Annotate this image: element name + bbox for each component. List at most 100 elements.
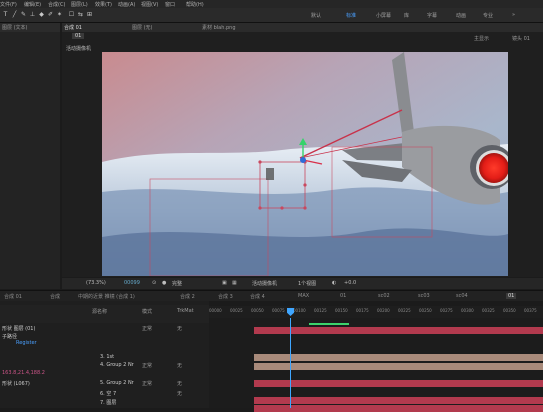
comp-breadcrumb[interactable]: 01 xyxy=(72,33,85,39)
layer-mode[interactable]: 正常 xyxy=(142,380,152,387)
menu-animation[interactable]: 动画(A) xyxy=(118,1,135,8)
layer-value[interactable]: 163.8,21.4,188.2 xyxy=(2,370,45,376)
workspace-pro[interactable]: 专业 xyxy=(483,12,493,19)
exposure-value[interactable]: +0.0 xyxy=(344,280,356,286)
brush-tool-icon[interactable]: ✎ xyxy=(20,11,27,18)
tl-tab-6[interactable]: 合成 4 xyxy=(250,293,265,300)
exposure-icon[interactable]: ◐ xyxy=(332,280,336,286)
layer-bar[interactable] xyxy=(254,354,543,361)
workspace-animation[interactable]: 动画 xyxy=(456,12,466,19)
layer-row[interactable]: 7. 图层 xyxy=(0,398,209,406)
playhead-line[interactable] xyxy=(290,318,291,408)
toolbar: T ╱ ✎ ⊥ ◆ ✐ ✶ ☐ ⇆ ⊞ 默认 标准 小屏幕 库 字幕 动画 专业… xyxy=(0,8,543,23)
menu-view[interactable]: 视图(V) xyxy=(141,1,158,8)
clone-tool-icon[interactable]: ⊥ xyxy=(29,11,36,18)
layer-bar[interactable] xyxy=(254,327,543,334)
layer-row[interactable]: 形状 图层 (01) 正常 无 xyxy=(0,324,209,332)
layer-trkmat[interactable]: 无 xyxy=(177,325,182,332)
active-camera-dropdown[interactable]: 活动摄像机 xyxy=(252,280,277,287)
ruler-tick: 00225 xyxy=(398,308,411,313)
layer-row[interactable]: 3. 1st xyxy=(0,353,209,361)
layer-trkmat[interactable]: 无 xyxy=(177,362,182,369)
tab-layer[interactable]: 图层 (无) xyxy=(132,24,153,31)
time-ruler[interactable]: 00000 00025 00050 00075 00100 00125 00150 00175… xyxy=(209,306,543,318)
layer-name: 6. 空 7 xyxy=(100,391,117,397)
menu-help[interactable]: 帮助(H) xyxy=(186,1,204,8)
tl-tab-9[interactable]: sc02 xyxy=(378,293,390,299)
ruler-tick: 00250 xyxy=(419,308,432,313)
layer-row[interactable]: 5. Group 2 Nr 正常 无 形状 (L067) xyxy=(0,379,209,387)
viewer-display-label: 主显示 xyxy=(474,36,490,42)
menu-effect[interactable]: 效果(T) xyxy=(95,1,112,8)
menu-layer[interactable]: 图层(L) xyxy=(71,1,88,8)
composition-viewer[interactable] xyxy=(102,52,508,276)
timecode[interactable]: 00099 xyxy=(124,280,140,286)
snap-icon[interactable]: ⇆ xyxy=(77,11,84,18)
layer-bar[interactable] xyxy=(254,405,543,412)
layer-row[interactable]: 163.8,21.4,188.2 xyxy=(0,369,209,377)
workspace-more-icon[interactable]: » xyxy=(512,12,515,18)
tl-tab-11[interactable]: sc04 xyxy=(456,293,468,299)
workspace-default[interactable]: 默认 xyxy=(311,12,321,19)
tl-tab-2[interactable]: 合成 xyxy=(50,293,60,300)
view-layout-dropdown[interactable]: 1个视图 xyxy=(298,280,316,287)
trkmat-column[interactable]: TrkMat xyxy=(177,308,194,314)
layer-mode[interactable]: 正常 xyxy=(142,362,152,369)
tl-tab-active[interactable]: 01 xyxy=(506,293,517,299)
ruler-tick: 00150 xyxy=(335,308,348,313)
ruler-tick: 00050 xyxy=(251,308,264,313)
tl-tab-3[interactable]: 中期的近景 推镜 (合成 1) xyxy=(78,293,135,300)
eraser-tool-icon[interactable]: ◆ xyxy=(38,11,45,18)
layer-name: 形状 图层 (01) xyxy=(2,326,36,332)
ruler-tick: 00325 xyxy=(482,308,495,313)
region-icon[interactable]: ▣ xyxy=(222,280,227,286)
mode-column[interactable]: 模式 xyxy=(142,308,152,315)
layer-trkmat[interactable]: 无 xyxy=(177,390,182,397)
color-channel-icon[interactable]: ● xyxy=(162,280,166,286)
tl-tab-4[interactable]: 合成 2 xyxy=(180,293,195,300)
align-icon[interactable]: ⊞ xyxy=(86,11,93,18)
tl-tab-8[interactable]: 01 xyxy=(340,293,346,299)
ruler-tick: 00175 xyxy=(356,308,369,313)
snap-checkbox-icon[interactable]: ☐ xyxy=(68,11,75,18)
source-name-column[interactable]: 源名称 xyxy=(92,308,107,315)
layer-bar[interactable] xyxy=(254,397,543,404)
tl-tab-10[interactable]: sc03 xyxy=(418,293,430,299)
tl-tab-7[interactable]: MAX xyxy=(298,293,309,299)
layer-name: 4. Group 2 Nr xyxy=(100,362,134,368)
menu-window[interactable]: 窗口 xyxy=(165,1,175,8)
track-area[interactable] xyxy=(209,318,543,412)
project-panel-label[interactable]: 图层 (文本) xyxy=(2,24,28,31)
ruler-tick: 00275 xyxy=(440,308,453,313)
menu-file[interactable]: 文件(F) xyxy=(0,1,17,8)
layer-name: 5. Group 2 Nr xyxy=(100,380,134,386)
resolution-dropdown[interactable]: 完整 xyxy=(172,280,182,287)
layer-mode[interactable]: 正常 xyxy=(142,325,152,332)
zoom-dropdown[interactable]: (73.3%) xyxy=(86,280,106,286)
type-tool-icon[interactable]: T xyxy=(2,11,9,18)
tab-composition[interactable]: 合成 01 xyxy=(64,24,82,31)
workspace-library[interactable]: 库 xyxy=(404,12,409,19)
pen-tool-icon[interactable]: ╱ xyxy=(11,11,18,18)
tl-tab-5[interactable]: 合成 3 xyxy=(218,293,233,300)
workspace-titles[interactable]: 字幕 xyxy=(427,12,437,19)
menu-edit[interactable]: 编辑(E) xyxy=(24,1,41,8)
layer-row[interactable]: Register xyxy=(0,339,209,347)
tl-tab-1[interactable]: 合成 01 xyxy=(4,293,22,300)
roto-tool-icon[interactable]: ✐ xyxy=(47,11,54,18)
puppet-tool-icon[interactable]: ✶ xyxy=(56,11,63,18)
work-area-marker[interactable] xyxy=(309,323,349,325)
ruler-tick: 00300 xyxy=(461,308,474,313)
layer-bar[interactable] xyxy=(254,363,543,370)
transparency-grid-icon[interactable]: ▦ xyxy=(232,280,237,286)
layer-row[interactable]: 4. Group 2 Nr 正常 无 xyxy=(0,361,209,369)
layer-bar[interactable] xyxy=(254,380,543,387)
layer-name: 7. 图层 xyxy=(100,400,117,406)
menu-composition[interactable]: 合成(C) xyxy=(48,1,65,8)
layer-trkmat[interactable]: 无 xyxy=(177,380,182,387)
camera-snapshot-icon[interactable]: ⊙ xyxy=(152,280,156,286)
workspace-small-screen[interactable]: 小屏幕 xyxy=(376,12,391,19)
layer-row[interactable]: 6. 空 7 无 xyxy=(0,389,209,397)
workspace-standard[interactable]: 标准 xyxy=(346,12,356,19)
tab-footage[interactable]: 素材 blah.png xyxy=(202,24,236,31)
